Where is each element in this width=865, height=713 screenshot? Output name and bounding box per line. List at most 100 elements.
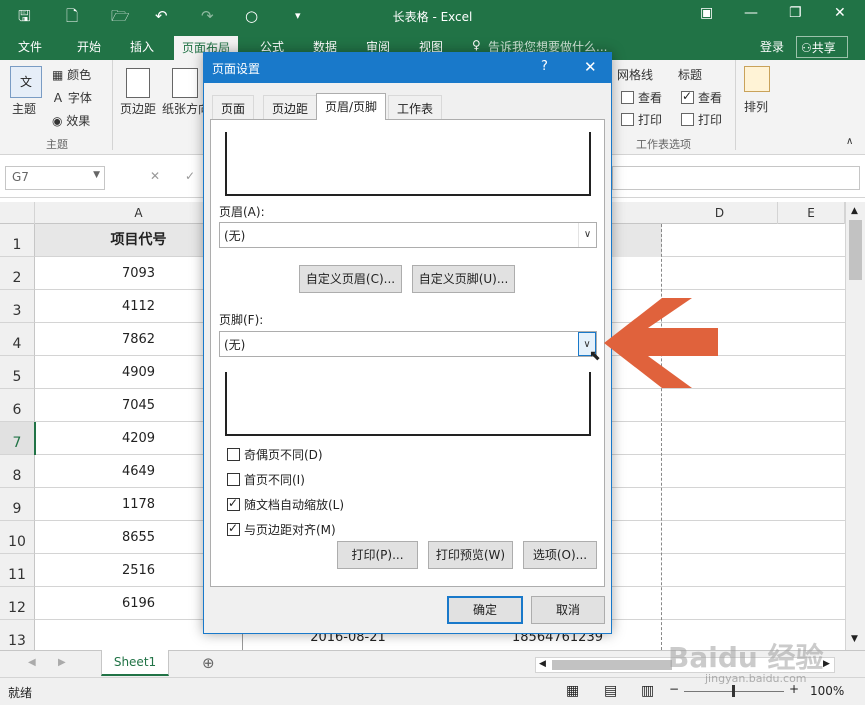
row-header[interactable]: 1 [0, 224, 35, 257]
gridlines-view-checkbox[interactable] [621, 91, 634, 104]
zoom-out-icon[interactable]: − [669, 682, 679, 696]
font-icon: Ａ [52, 91, 68, 105]
collapse-ribbon-icon[interactable]: ∧ [846, 136, 853, 147]
header-select[interactable]: (无) ∨ [219, 222, 597, 248]
checkbox-box[interactable] [227, 473, 240, 486]
grid-line [612, 586, 845, 587]
row-header[interactable]: 4 [0, 323, 35, 356]
next-sheet-icon[interactable]: ▶ [58, 657, 66, 668]
sheet-tab-sheet1[interactable]: Sheet1 [101, 650, 169, 676]
row-header[interactable]: 10 [0, 521, 35, 554]
print-preview-button[interactable]: 打印预览(W) [428, 541, 513, 569]
cancel-formula-icon[interactable]: ✕ [150, 169, 160, 183]
tab-file[interactable]: 文件 [18, 38, 42, 55]
enter-formula-icon[interactable]: ✓ [185, 169, 195, 183]
checkbox-label: 与页边距对齐(M) [244, 523, 336, 537]
option-checkbox[interactable]: 奇偶页不同(D) [227, 446, 323, 463]
footer-select[interactable]: (无) ∨ [219, 331, 597, 357]
name-box[interactable]: G7 ▼ [5, 166, 105, 190]
checkbox-box[interactable] [227, 496, 240, 511]
colors-button[interactable]: ▦ 颜色 [52, 66, 91, 83]
row-header[interactable]: 5 [0, 356, 35, 389]
zoom-slider-handle[interactable] [732, 685, 735, 697]
option-checkbox[interactable]: 首页不同(I) [227, 471, 305, 488]
row-header[interactable]: 2 [0, 257, 35, 290]
watermark-url: jingyan.baidu.com [705, 672, 807, 685]
orientation-icon[interactable] [172, 68, 198, 98]
page-break-view-icon[interactable]: ▥ [641, 683, 654, 699]
row-header[interactable]: 3 [0, 290, 35, 323]
cancel-button[interactable]: 取消 [531, 596, 605, 624]
prev-sheet-icon[interactable]: ◀ [28, 657, 36, 668]
tab-insert[interactable]: 插入 [130, 38, 154, 55]
dialog-close-icon[interactable]: ✕ [584, 58, 597, 76]
grid-line [612, 619, 845, 620]
grid-line [612, 487, 845, 488]
login-link[interactable]: 登录 [760, 38, 784, 55]
tab-home[interactable]: 开始 [77, 38, 101, 55]
row-header[interactable]: 11 [0, 554, 35, 587]
checkbox-box[interactable] [227, 521, 240, 536]
row-header[interactable]: 13 [0, 620, 35, 653]
scroll-left-icon[interactable]: ◀ [539, 659, 546, 669]
scroll-down-icon[interactable]: ▼ [851, 634, 858, 644]
grid-line [612, 421, 845, 422]
ok-button[interactable]: 确定 [447, 596, 523, 624]
hscroll-thumb[interactable] [552, 660, 672, 670]
select-all-corner[interactable] [0, 202, 35, 224]
margins-icon[interactable] [126, 68, 150, 98]
row-header[interactable]: 12 [0, 587, 35, 620]
page-setup-dialog: 页面设置 ? ✕ 页面 页边距 页眉(A): (无) ∨ 自定义页眉(C)... … [203, 52, 612, 634]
row-header[interactable]: 8 [0, 455, 35, 488]
headings-print-checkbox[interactable] [681, 113, 694, 126]
effects-button[interactable]: ◉ 效果 [52, 112, 90, 129]
formula-input[interactable] [612, 166, 860, 190]
zoom-level[interactable]: 100% [810, 684, 844, 698]
column-header-e[interactable]: E [778, 202, 845, 224]
arrange-button[interactable]: 排列 [744, 98, 768, 115]
checkbox-label: 奇偶页不同(D) [244, 448, 323, 462]
dialog-tab-page[interactable]: 页面 [212, 95, 255, 119]
scroll-thumb[interactable] [849, 220, 862, 280]
scroll-up-icon[interactable]: ▲ [851, 206, 858, 216]
status-text: 就绪 [8, 686, 33, 700]
headings-view-checkbox[interactable] [681, 89, 694, 104]
checkbox-box[interactable] [227, 448, 240, 461]
restore-icon[interactable]: ❐ [789, 5, 802, 21]
gridlines-print-checkbox[interactable] [621, 113, 634, 126]
arrange-icon[interactable] [744, 66, 770, 92]
dialog-tab-sheet[interactable]: 工作表 [388, 95, 443, 119]
ribbon-display-icon[interactable]: ▣ [700, 5, 713, 21]
theme-button-label[interactable]: 主题 [12, 100, 36, 117]
option-checkbox[interactable]: 与页边距对齐(M) [227, 521, 336, 538]
row-header[interactable]: 6 [0, 389, 35, 422]
options-button[interactable]: 选项(O)... [523, 541, 597, 569]
share-button[interactable]: ⚇共享 [796, 36, 848, 58]
normal-view-icon[interactable]: ▦ [566, 683, 579, 699]
dialog-tab-margins[interactable]: 页边距 [263, 95, 318, 119]
custom-footer-button[interactable]: 自定义页脚(U)... [412, 265, 515, 293]
theme-icon[interactable]: 文 [10, 66, 42, 98]
vertical-scrollbar[interactable]: ▲ ▼ [845, 202, 865, 650]
help-button[interactable]: ? [541, 59, 548, 74]
page-break-line [661, 224, 662, 650]
chevron-down-icon[interactable]: ∨ [578, 223, 596, 247]
minimize-icon[interactable]: — [744, 5, 758, 21]
dialog-tab-header-footer[interactable]: 页眉/页脚 [316, 93, 387, 120]
custom-header-button[interactable]: 自定义页眉(C)... [299, 265, 402, 293]
chevron-down-icon[interactable]: ▼ [93, 170, 100, 180]
page-layout-view-icon[interactable]: ▤ [604, 683, 617, 699]
column-header-d[interactable]: D [662, 202, 778, 224]
group-divider [112, 60, 113, 150]
print-button[interactable]: 打印(P)... [337, 541, 418, 569]
option-checkbox[interactable]: 随文档自动缩放(L) [227, 496, 344, 513]
close-icon[interactable]: ✕ [834, 5, 846, 21]
add-sheet-icon[interactable]: ⊕ [202, 654, 215, 672]
margins-button[interactable]: 页边距 [120, 100, 156, 117]
active-row-indicator [34, 422, 36, 455]
row-header[interactable]: 9 [0, 488, 35, 521]
header-label: 页眉(A): [219, 205, 265, 219]
row-header[interactable]: 7 [0, 422, 35, 455]
scroll-right-icon[interactable]: ▶ [823, 659, 830, 669]
fonts-button[interactable]: Ａ 字体 [52, 89, 92, 106]
